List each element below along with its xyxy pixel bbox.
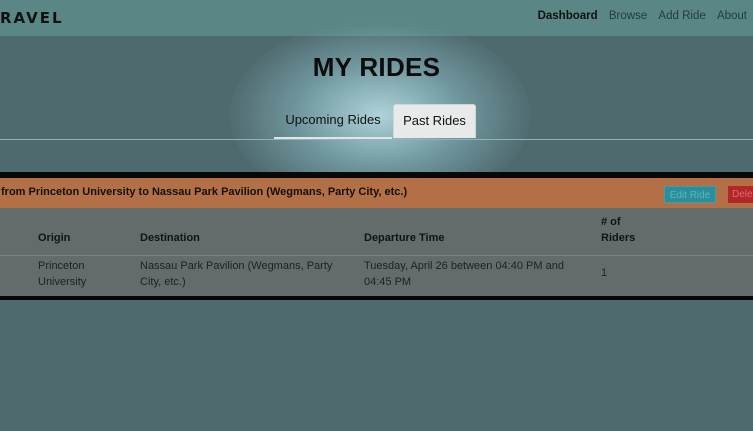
table-row-divider (0, 255, 753, 256)
cell-riders: 1 (601, 267, 608, 279)
cell-destination: Nassau Park Pavilion (Wegmans, Party Cit… (140, 260, 333, 288)
edit-ride-button[interactable]: Edit Ride (664, 186, 716, 203)
ride-table: Origin Destination Departure Time # of R… (0, 208, 753, 296)
brand-logo[interactable]: RAVEL (0, 9, 64, 27)
delete-ride-button[interactable]: Dele (728, 186, 753, 203)
column-header-riders: # of Riders (601, 216, 636, 244)
nav-link-add-ride[interactable]: Add Ride (658, 10, 705, 22)
cell-origin: Princeton University (38, 260, 87, 288)
nav-link-about[interactable]: About (717, 10, 747, 22)
column-header-departure-time: Departure Time (364, 232, 445, 244)
tab-past-rides[interactable]: Past Rides (393, 104, 476, 138)
column-header-origin: Origin (38, 232, 71, 244)
nav-link-dashboard[interactable]: Dashboard (538, 10, 598, 22)
ride-card: from Princeton University to Nassau Park… (0, 172, 753, 300)
page-title: MY RIDES (312, 52, 441, 82)
ride-route-title: from Princeton University to Nassau Park… (1, 186, 408, 198)
ride-card-header: from Princeton University to Nassau Park… (0, 178, 753, 208)
tab-divider (0, 139, 753, 140)
nav-links: Dashboard Browse Add Ride About (530, 10, 747, 22)
nav-link-browse[interactable]: Browse (609, 10, 647, 22)
cell-departure-time: Tuesday, April 26 between 04:40 PM and 0… (364, 260, 564, 288)
tab-upcoming-rides[interactable]: Upcoming Rides (274, 104, 392, 140)
column-header-destination: Destination (140, 232, 200, 244)
